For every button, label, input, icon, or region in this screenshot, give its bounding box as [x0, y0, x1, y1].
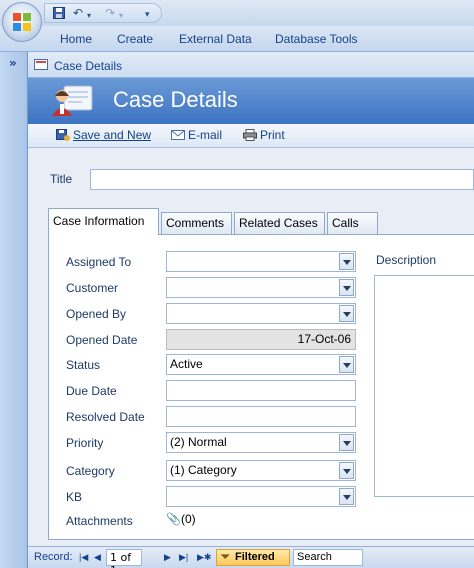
- form-header: Case Details: [28, 78, 474, 124]
- office-logo-icon: [13, 13, 31, 31]
- priority-value: (2) Normal: [170, 435, 227, 449]
- next-record-icon[interactable]: ▶: [164, 552, 171, 563]
- funnel-icon: ⏷: [221, 551, 230, 563]
- form-toolbar: Save and New E-mail Print: [28, 124, 474, 148]
- document-tab[interactable]: Case Details: [28, 52, 474, 78]
- tab-home[interactable]: Home: [60, 32, 92, 46]
- save-and-new-button[interactable]: Save and New: [56, 128, 151, 142]
- redo-dropdown-icon[interactable]: ▾: [119, 10, 123, 22]
- customer-combo[interactable]: [166, 277, 356, 298]
- resolved-date-label: Resolved Date: [66, 410, 145, 424]
- category-value: (1) Category: [170, 463, 237, 477]
- last-record-icon[interactable]: ▶|: [179, 552, 188, 563]
- description-textarea[interactable]: [374, 275, 474, 497]
- office-button[interactable]: [2, 2, 42, 42]
- expand-nav-pane-icon[interactable]: »: [9, 56, 17, 70]
- customer-label: Customer: [66, 281, 119, 295]
- record-label: Record:: [34, 551, 73, 563]
- search-input[interactable]: Search: [293, 549, 363, 566]
- first-record-icon[interactable]: |◀: [79, 552, 88, 563]
- tab-comments[interactable]: Comments: [161, 212, 232, 234]
- chevron-down-icon[interactable]: [339, 279, 354, 296]
- tab-database-tools[interactable]: Database Tools: [275, 32, 358, 46]
- email-button[interactable]: E-mail: [171, 128, 222, 142]
- redo-icon[interactable]: ↷: [105, 7, 115, 19]
- due-date-label: Due Date: [66, 384, 117, 398]
- category-combo[interactable]: (1) Category: [166, 460, 356, 481]
- attachments-count: (0): [180, 512, 196, 526]
- customize-toolbar-icon[interactable]: ▾: [145, 9, 150, 21]
- save-icon[interactable]: [53, 7, 65, 21]
- save-and-new-label: Save and New: [73, 128, 152, 142]
- quick-access-bar: ↶ ▾ ↷ ▾ ▾: [44, 3, 162, 23]
- status-label: Status: [66, 358, 101, 372]
- tab-create[interactable]: Create: [117, 32, 153, 46]
- priority-combo[interactable]: (2) Normal: [166, 432, 356, 453]
- opened-by-combo[interactable]: [166, 303, 356, 324]
- opened-by-label: Opened By: [66, 307, 127, 321]
- tab-calls[interactable]: Calls: [327, 212, 378, 234]
- form-body: Title Case Information Comments Related …: [28, 148, 474, 546]
- document-tab-title: Case Details: [54, 59, 123, 73]
- title-label: Title: [50, 172, 73, 186]
- kb-label: KB: [66, 490, 83, 504]
- tab-external-data[interactable]: External Data: [179, 32, 252, 46]
- previous-record-icon[interactable]: ◀: [94, 552, 101, 563]
- kb-combo[interactable]: [166, 486, 356, 507]
- print-label: Print: [260, 128, 285, 142]
- chevron-down-icon[interactable]: [339, 488, 354, 505]
- title-input[interactable]: [90, 169, 474, 190]
- case-person-icon: [52, 85, 93, 116]
- opened-date-label: Opened Date: [66, 333, 138, 347]
- case-information-page: Assigned To Customer Opened By Opened Da…: [48, 234, 474, 540]
- email-icon: [171, 130, 185, 140]
- attachments-label: Attachments: [66, 514, 133, 528]
- due-date-field[interactable]: [166, 380, 356, 401]
- assigned-to-combo[interactable]: [166, 251, 356, 272]
- navigation-pane: »: [0, 52, 28, 568]
- resolved-date-field[interactable]: [166, 406, 356, 427]
- printer-icon: [243, 129, 257, 141]
- record-position-input[interactable]: 1 of 1: [106, 549, 142, 568]
- page-title: Case Details: [113, 87, 238, 112]
- chevron-down-icon[interactable]: [339, 434, 354, 451]
- status-combo[interactable]: Active: [166, 354, 356, 375]
- undo-icon[interactable]: ↶: [73, 7, 83, 19]
- form-icon: [34, 59, 48, 70]
- paperclip-icon: 📎: [166, 512, 181, 526]
- status-value: Active: [170, 357, 203, 371]
- email-label: E-mail: [188, 128, 223, 142]
- category-label: Category: [66, 464, 115, 478]
- chevron-down-icon[interactable]: [339, 462, 354, 479]
- ribbon-tabs: Home Create External Data Database Tools: [0, 26, 474, 52]
- assigned-to-label: Assigned To: [66, 255, 132, 269]
- record-navigator: Record: |◀ ◀ 1 of 1 ▶ ▶| ▶✱ ⏷ Filtered Se…: [28, 546, 474, 568]
- print-button[interactable]: Print: [243, 128, 285, 142]
- chevron-down-icon[interactable]: [339, 356, 354, 373]
- new-record-icon[interactable]: ▶✱: [197, 552, 211, 563]
- description-label: Description: [376, 253, 437, 267]
- filter-toggle-button[interactable]: ⏷ Filtered: [216, 549, 290, 566]
- opened-date-field: 17-Oct-06: [166, 329, 356, 350]
- chevron-down-icon[interactable]: [339, 305, 354, 322]
- save-new-icon: [56, 129, 70, 141]
- priority-label: Priority: [66, 436, 104, 450]
- chevron-down-icon[interactable]: [339, 253, 354, 270]
- tab-case-information[interactable]: Case Information: [48, 208, 159, 235]
- filter-label: Filtered: [235, 551, 275, 563]
- tab-related-cases[interactable]: Related Cases: [234, 212, 325, 234]
- undo-dropdown-icon[interactable]: ▾: [87, 10, 91, 22]
- attachments-field[interactable]: 📎(0): [166, 512, 196, 526]
